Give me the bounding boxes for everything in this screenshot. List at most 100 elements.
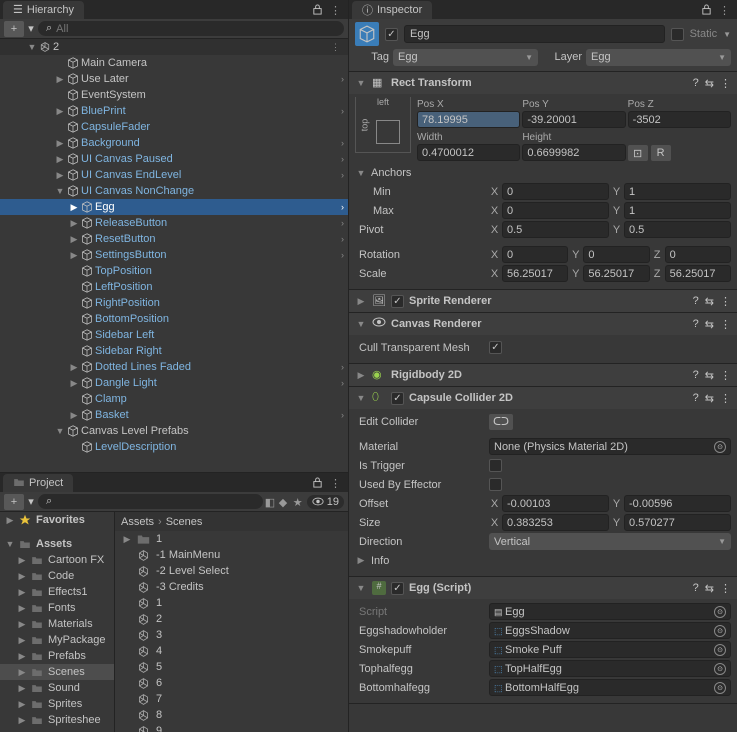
rot-y[interactable]: 0: [583, 246, 649, 263]
hierarchy-item[interactable]: ▶ ReleaseButton ›: [0, 215, 348, 231]
help-icon[interactable]: ?: [693, 77, 699, 89]
direction-dropdown[interactable]: Vertical▼: [489, 533, 731, 550]
asset-row[interactable]: -2 Level Select: [115, 563, 348, 579]
hierarchy-search[interactable]: ⌕: [38, 21, 344, 36]
scene-row[interactable]: ▼2⋮: [0, 39, 348, 55]
hierarchy-item[interactable]: ▶ Basket ›: [0, 407, 348, 423]
posz-field[interactable]: -3502: [628, 111, 731, 128]
hierarchy-item[interactable]: Clamp: [0, 391, 348, 407]
hierarchy-item[interactable]: Sidebar Right: [0, 343, 348, 359]
hierarchy-item[interactable]: ▶ Dotted Lines Faded ›: [0, 359, 348, 375]
folder-row[interactable]: ▶Cartoon FX: [0, 552, 114, 568]
breadcrumb-item[interactable]: Scenes: [166, 516, 203, 528]
asset-row[interactable]: -3 Credits: [115, 579, 348, 595]
raw-button[interactable]: R: [651, 145, 671, 161]
height-field[interactable]: 0.6699982: [522, 144, 625, 161]
hierarchy-item[interactable]: ▼ Canvas Level Prefabs: [0, 423, 348, 439]
hierarchy-item[interactable]: LeftPosition: [0, 279, 348, 295]
asset-row[interactable]: 4: [115, 643, 348, 659]
active-checkbox[interactable]: [385, 28, 398, 41]
asset-row[interactable]: ▶1: [115, 531, 348, 547]
size-x[interactable]: 0.383253: [502, 514, 609, 531]
asset-row[interactable]: 5: [115, 659, 348, 675]
anchor-max-x[interactable]: 0: [502, 202, 609, 219]
inspector-tab[interactable]: ⓘ Inspector: [352, 1, 432, 19]
pivot-y[interactable]: 0.5: [624, 221, 731, 238]
asset-row[interactable]: 7: [115, 691, 348, 707]
menu-icon[interactable]: ⋮: [719, 4, 731, 16]
object-field[interactable]: ⬚ TopHalfEgg⊙: [489, 660, 731, 677]
add-button[interactable]: +: [4, 21, 24, 37]
hierarchy-item[interactable]: ▶ Background ›: [0, 135, 348, 151]
hierarchy-item[interactable]: LevelDescription: [0, 439, 348, 455]
scale-z[interactable]: 56.25017: [665, 265, 731, 282]
hierarchy-item[interactable]: ▶ Use Later ›: [0, 71, 348, 87]
asset-row[interactable]: -1 MainMenu: [115, 547, 348, 563]
folder-row[interactable]: ▶Effects1: [0, 584, 114, 600]
hidden-count[interactable]: 19: [307, 495, 344, 509]
hierarchy-item[interactable]: BottomPosition: [0, 311, 348, 327]
cull-checkbox[interactable]: [489, 341, 502, 354]
width-field[interactable]: 0.4700012: [417, 144, 520, 161]
folder-row[interactable]: ▶Prefabs: [0, 648, 114, 664]
object-field[interactable]: ⬚ BottomHalfEgg⊙: [489, 679, 731, 696]
object-field[interactable]: ⬚ EggsShadow⊙: [489, 622, 731, 639]
hierarchy-item[interactable]: ▶ SettingsButton ›: [0, 247, 348, 263]
edit-collider-button[interactable]: ᑕᑐ: [489, 414, 513, 430]
filter-label-icon[interactable]: ◆: [279, 496, 291, 508]
gameobject-name-field[interactable]: Egg: [404, 25, 665, 43]
folder-row[interactable]: ▶Fonts: [0, 600, 114, 616]
posx-field[interactable]: 78.19995: [417, 111, 520, 128]
script-enabled[interactable]: [391, 582, 404, 595]
hierarchy-tab[interactable]: ☰ Hierarchy: [3, 1, 84, 19]
menu-icon[interactable]: ⋮: [330, 4, 342, 16]
add-dropdown[interactable]: ▾: [26, 21, 36, 37]
anchor-min-y[interactable]: 1: [624, 183, 731, 200]
scale-x[interactable]: 56.25017: [502, 265, 568, 282]
add-button[interactable]: +: [4, 494, 24, 510]
tag-dropdown[interactable]: Egg▼: [393, 49, 538, 66]
filter-type-icon[interactable]: ◧: [265, 496, 277, 508]
favorite-icon[interactable]: ★: [293, 496, 305, 508]
info-foldout[interactable]: Info: [371, 555, 389, 567]
hierarchy-item[interactable]: RightPosition: [0, 295, 348, 311]
hierarchy-item[interactable]: TopPosition: [0, 263, 348, 279]
object-picker-icon[interactable]: ⊙: [714, 625, 726, 637]
layer-dropdown[interactable]: Egg▼: [586, 49, 731, 66]
add-dropdown[interactable]: ▾: [26, 494, 36, 510]
hierarchy-item[interactable]: ▶ ResetButton ›: [0, 231, 348, 247]
object-picker-icon[interactable]: ⊙: [714, 682, 726, 694]
offset-x[interactable]: -0.00103: [502, 495, 609, 512]
capsule-enabled[interactable]: [391, 392, 404, 405]
lock-icon[interactable]: [312, 4, 324, 16]
object-field[interactable]: ⬚ Smoke Puff⊙: [489, 641, 731, 658]
project-tab[interactable]: Project: [3, 474, 73, 492]
folder-row[interactable]: ▶Materials: [0, 616, 114, 632]
offset-y[interactable]: -0.00596: [624, 495, 731, 512]
rect-transform-header[interactable]: ▼ ▦ Rect Transform ?⇆⋮: [349, 72, 737, 94]
menu-icon[interactable]: ⋮: [330, 477, 342, 489]
hierarchy-item[interactable]: ▶ Egg ›: [0, 199, 348, 215]
object-picker-icon[interactable]: ⊙: [714, 441, 726, 453]
breadcrumb-item[interactable]: Assets: [121, 516, 154, 528]
lock-icon[interactable]: [701, 4, 713, 16]
folder-row[interactable]: ▶Spriteshee: [0, 712, 114, 728]
anchor-min-x[interactable]: 0: [502, 183, 609, 200]
hierarchy-item[interactable]: CapsuleFader: [0, 119, 348, 135]
preset-icon[interactable]: ⇆: [705, 77, 714, 90]
material-field[interactable]: None (Physics Material 2D)⊙: [489, 438, 731, 455]
favorites-row[interactable]: ▶Favorites: [0, 512, 114, 528]
canvas-renderer-header[interactable]: ▼ Canvas Renderer ?⇆⋮: [349, 313, 737, 335]
rot-x[interactable]: 0: [502, 246, 568, 263]
asset-row[interactable]: 8: [115, 707, 348, 723]
trigger-checkbox[interactable]: [489, 459, 502, 472]
sprite-enabled[interactable]: [391, 295, 404, 308]
hierarchy-item[interactable]: ▶ Dangle Light ›: [0, 375, 348, 391]
hierarchy-item[interactable]: ▶ UI Canvas EndLevel ›: [0, 167, 348, 183]
hierarchy-item[interactable]: ▼ UI Canvas NonChange: [0, 183, 348, 199]
object-picker-icon[interactable]: ⊙: [714, 644, 726, 656]
search-input[interactable]: [56, 23, 336, 35]
rigidbody-header[interactable]: ▶◉ Rigidbody 2D ?⇆⋮: [349, 364, 737, 386]
anchor-preset[interactable]: left top: [355, 97, 411, 153]
anchor-max-y[interactable]: 1: [624, 202, 731, 219]
